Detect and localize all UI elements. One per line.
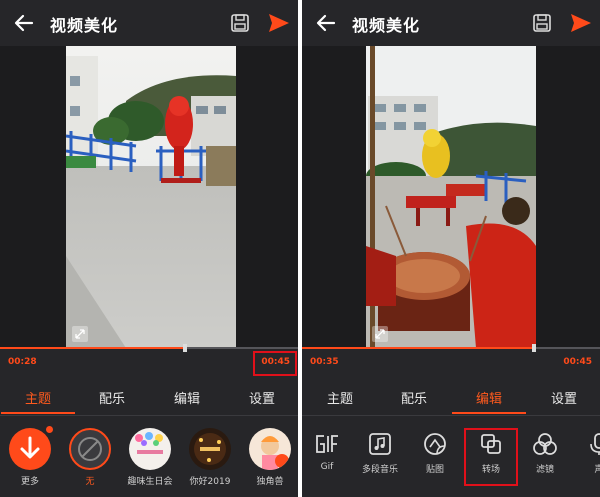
theme-birthday[interactable]: 趣味生日会 <box>122 428 178 487</box>
save-icon[interactable] <box>230 13 250 33</box>
send-icon[interactable] <box>268 13 290 33</box>
page-title: 视频美化 <box>50 16 119 35</box>
theme-label: 你好2019 <box>189 477 231 487</box>
tab-settings[interactable]: 设置 <box>225 388 298 407</box>
tab-music[interactable]: 配乐 <box>377 388 451 407</box>
sticker-icon <box>424 433 446 455</box>
tool-label: 滤镜 <box>535 465 554 475</box>
progress-fill <box>302 347 535 349</box>
theme-label: 趣味生日会 <box>127 477 173 487</box>
theme-more[interactable]: 更多 <box>2 426 58 487</box>
progress-fill <box>0 347 185 349</box>
tool-label: Gif <box>320 462 334 472</box>
total-time: 00:45 <box>563 357 592 367</box>
video-preview-area[interactable] <box>0 46 298 348</box>
send-icon[interactable] <box>570 13 592 33</box>
save-icon[interactable] <box>532 13 552 33</box>
video-frame-lion-dance-drum[interactable] <box>366 46 536 348</box>
tabs-divider <box>0 415 298 416</box>
theme-label: 无 <box>85 477 95 487</box>
theme-label: 独角兽 <box>256 477 284 487</box>
music-icon <box>369 433 391 455</box>
tab-settings[interactable]: 设置 <box>527 388 600 407</box>
theme-newyear[interactable]: 你好2019 <box>182 428 238 487</box>
filter-icon <box>533 433 557 455</box>
screenshot-composite: 视频美化 00:28 00:45 主题 配乐 编辑 设置 更多 无 趣味生日会 … <box>0 0 600 497</box>
birthday-thumb <box>129 428 171 470</box>
page-title: 视频美化 <box>352 16 421 35</box>
new-dot-badge <box>46 426 53 433</box>
top-bar: 视频美化 <box>0 0 298 46</box>
video-frame-lion-dance-street[interactable] <box>66 46 236 348</box>
voice-icon <box>590 433 600 455</box>
gif-icon <box>316 435 338 453</box>
unicorn-thumb <box>249 428 291 470</box>
playback-progress-bar[interactable] <box>0 344 298 352</box>
tab-theme[interactable]: 主题 <box>303 388 377 407</box>
current-time: 00:35 <box>310 357 339 367</box>
none-icon <box>69 428 111 470</box>
bottom-tabs: 主题 配乐 编辑 设置 <box>0 384 298 416</box>
theme-none[interactable]: 无 <box>62 428 118 487</box>
fullscreen-icon[interactable] <box>72 326 88 342</box>
bottom-tabs: 主题 配乐 编辑 设置 <box>302 384 600 416</box>
left-screen: 视频美化 00:28 00:45 主题 配乐 编辑 设置 更多 无 趣味生日会 … <box>0 0 298 497</box>
tool-label: 贴图 <box>425 465 444 475</box>
back-arrow-icon[interactable] <box>314 11 338 35</box>
tabs-divider <box>302 415 600 416</box>
tool-voice[interactable]: 声 <box>574 432 600 475</box>
fullscreen-icon[interactable] <box>372 326 388 342</box>
back-arrow-icon[interactable] <box>12 11 36 35</box>
highlight-box-total-time <box>253 351 297 376</box>
tool-filter[interactable]: 滤镜 <box>520 432 570 475</box>
right-screen: 视频美化 00:35 00:45 主题 配乐 编辑 设置 Gif 多段音乐 贴图… <box>302 0 600 497</box>
tool-gif[interactable]: Gif <box>302 432 352 472</box>
theme-unicorn[interactable]: 独角兽 <box>242 428 298 487</box>
tool-sticker[interactable]: 贴图 <box>410 432 460 475</box>
active-tab-indicator <box>452 412 526 414</box>
top-bar: 视频美化 <box>302 0 600 46</box>
newyear-thumb <box>189 428 231 470</box>
tab-edit[interactable]: 编辑 <box>452 388 526 407</box>
highlight-box-transition <box>464 428 518 486</box>
progress-handle[interactable] <box>532 344 537 352</box>
progress-handle[interactable] <box>182 344 187 352</box>
active-tab-indicator <box>1 412 75 414</box>
download-badge-icon <box>275 454 289 468</box>
tab-edit[interactable]: 编辑 <box>150 388 224 407</box>
playback-progress-bar[interactable] <box>302 344 600 352</box>
download-icon <box>9 428 51 470</box>
current-time: 00:28 <box>8 357 37 367</box>
tab-theme[interactable]: 主题 <box>1 388 75 407</box>
tool-label: 声 <box>594 465 600 475</box>
tool-multi-music[interactable]: 多段音乐 <box>355 432 405 475</box>
video-preview-area[interactable] <box>302 46 600 348</box>
theme-label: 更多 <box>20 477 39 487</box>
tab-music[interactable]: 配乐 <box>75 388 149 407</box>
tool-label: 多段音乐 <box>361 465 398 475</box>
